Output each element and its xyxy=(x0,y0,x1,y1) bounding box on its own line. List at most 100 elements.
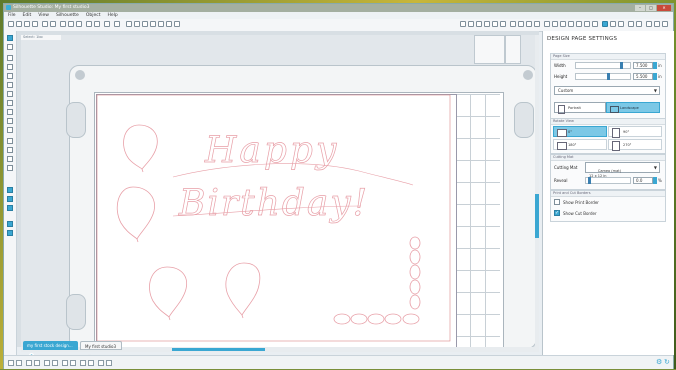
line-tool-icon[interactable] xyxy=(7,55,13,61)
menu-help[interactable]: Help xyxy=(107,12,117,19)
send-icon[interactable] xyxy=(50,21,56,27)
zoom-dropdown-icon[interactable] xyxy=(114,21,120,27)
make-compound-icon[interactable] xyxy=(62,360,68,366)
height-input[interactable]: 5.500 xyxy=(633,73,653,80)
shapes-panel-icon[interactable] xyxy=(7,187,13,193)
fill-color-icon[interactable] xyxy=(544,21,550,27)
design-icon[interactable] xyxy=(646,21,652,27)
rectangle-tool-icon[interactable] xyxy=(7,64,13,70)
fill-icon[interactable] xyxy=(104,21,110,27)
reveal-slider[interactable] xyxy=(585,177,631,184)
width-slider[interactable] xyxy=(575,62,631,69)
delete-icon[interactable] xyxy=(34,360,40,366)
rotate-0-button[interactable]: 0° xyxy=(553,126,607,137)
paste-icon[interactable] xyxy=(76,21,82,27)
width-spinner[interactable] xyxy=(653,62,657,69)
menu-silhouette[interactable]: Silhouette xyxy=(56,12,79,19)
rotate-icon[interactable] xyxy=(510,21,516,27)
design-page[interactable] xyxy=(96,94,457,349)
fonts-tool-icon[interactable] xyxy=(7,230,13,236)
refresh-icon[interactable]: ↻ xyxy=(664,358,670,366)
height-slider-knob[interactable] xyxy=(607,73,611,80)
trace-icon[interactable] xyxy=(500,21,506,27)
close-button[interactable]: ✕ xyxy=(657,5,671,11)
rounded-rect-icon[interactable] xyxy=(7,73,13,79)
weld-icon[interactable] xyxy=(98,360,104,366)
line-style-icon[interactable] xyxy=(560,21,566,27)
reveal-input[interactable]: 0.0 xyxy=(633,177,653,184)
group-icon[interactable] xyxy=(44,360,50,366)
send-back-icon[interactable] xyxy=(88,360,94,366)
reveal-spinner[interactable] xyxy=(653,177,657,184)
deselect-icon[interactable] xyxy=(16,360,22,366)
layers-icon[interactable] xyxy=(584,21,590,27)
text-panel-icon[interactable] xyxy=(7,196,13,202)
text-tool-icon[interactable] xyxy=(7,138,13,144)
full-page-icon[interactable] xyxy=(174,21,180,27)
zoom-select-icon[interactable] xyxy=(150,21,156,27)
select-tool-icon[interactable] xyxy=(7,35,13,41)
replicate-icon[interactable] xyxy=(476,21,482,27)
menu-file[interactable]: File xyxy=(8,12,16,19)
menu-view[interactable]: View xyxy=(38,12,49,19)
text-style-icon[interactable] xyxy=(568,21,574,27)
smooth-tool-icon[interactable] xyxy=(7,127,13,133)
cut-settings-icon[interactable] xyxy=(610,21,616,27)
vertical-scrollbar[interactable] xyxy=(535,35,539,347)
arc-tool-icon[interactable] xyxy=(7,109,13,115)
zoom-in-icon[interactable] xyxy=(134,21,140,27)
scale-icon[interactable] xyxy=(526,21,532,27)
menu-edit[interactable]: Edit xyxy=(23,12,32,19)
knife-tool-icon[interactable] xyxy=(7,156,13,162)
new-icon[interactable] xyxy=(8,21,14,27)
offset-small-icon[interactable] xyxy=(106,360,112,366)
design-store-icon[interactable] xyxy=(7,205,13,211)
ungroup-icon[interactable] xyxy=(52,360,58,366)
send-panel-icon[interactable] xyxy=(654,21,660,27)
print-cut-icon[interactable] xyxy=(592,21,598,27)
ellipse-tool-icon[interactable] xyxy=(7,82,13,88)
shear-icon[interactable] xyxy=(534,21,540,27)
line-color-icon[interactable] xyxy=(552,21,558,27)
pan-icon[interactable] xyxy=(126,21,132,27)
library-tool-icon[interactable] xyxy=(7,221,13,227)
height-slider[interactable] xyxy=(575,73,631,80)
document-tab[interactable]: My first studio3 x xyxy=(80,341,122,359)
maximize-button[interactable]: □ xyxy=(646,5,656,11)
extra-icon[interactable] xyxy=(662,21,668,27)
modify-icon[interactable] xyxy=(484,21,490,27)
duplicate-icon[interactable] xyxy=(26,360,32,366)
reveal-slider-knob[interactable] xyxy=(588,177,592,184)
landscape-button[interactable]: Landscape xyxy=(606,102,660,113)
sketch-icon[interactable] xyxy=(618,21,624,27)
fit-page-icon[interactable] xyxy=(166,21,172,27)
freehand-tool-icon[interactable] xyxy=(7,118,13,124)
document-tab-active[interactable]: my first stock design... x xyxy=(23,341,78,358)
minimize-button[interactable]: – xyxy=(635,5,645,11)
show-print-border-checkbox[interactable] xyxy=(554,199,560,205)
page-settings-icon[interactable] xyxy=(602,21,608,27)
show-cut-border-checkbox[interactable]: ✓ xyxy=(554,210,560,216)
library-panel-icon[interactable] xyxy=(636,21,642,27)
drag-zoom-icon[interactable] xyxy=(158,21,164,27)
align-icon[interactable] xyxy=(468,21,474,27)
store-icon[interactable] xyxy=(628,21,634,27)
rotate-180-button[interactable]: 180° xyxy=(553,139,607,150)
width-input[interactable]: 7.500 xyxy=(633,62,653,69)
polygon-tool-icon[interactable] xyxy=(7,91,13,97)
transform-icon[interactable] xyxy=(576,21,582,27)
bring-front-icon[interactable] xyxy=(80,360,86,366)
copy-icon[interactable] xyxy=(68,21,74,27)
release-compound-icon[interactable] xyxy=(70,360,76,366)
cut-icon[interactable] xyxy=(60,21,66,27)
select-all-icon[interactable] xyxy=(8,360,14,366)
vertical-scroll-thumb[interactable] xyxy=(535,194,539,238)
redo-icon[interactable] xyxy=(94,21,100,27)
open-icon[interactable] xyxy=(16,21,22,27)
page-size-dropdown[interactable]: Custom ▼ xyxy=(554,86,660,95)
settings-gear-icon[interactable]: ⚙ xyxy=(656,358,662,366)
eraser-tool-icon[interactable] xyxy=(7,147,13,153)
cutting-mat-dropdown[interactable]: Cameo (mat) 12 x 12 in ▼ xyxy=(585,162,660,178)
move-icon[interactable] xyxy=(518,21,524,27)
horizontal-scroll-thumb[interactable] xyxy=(172,348,265,351)
